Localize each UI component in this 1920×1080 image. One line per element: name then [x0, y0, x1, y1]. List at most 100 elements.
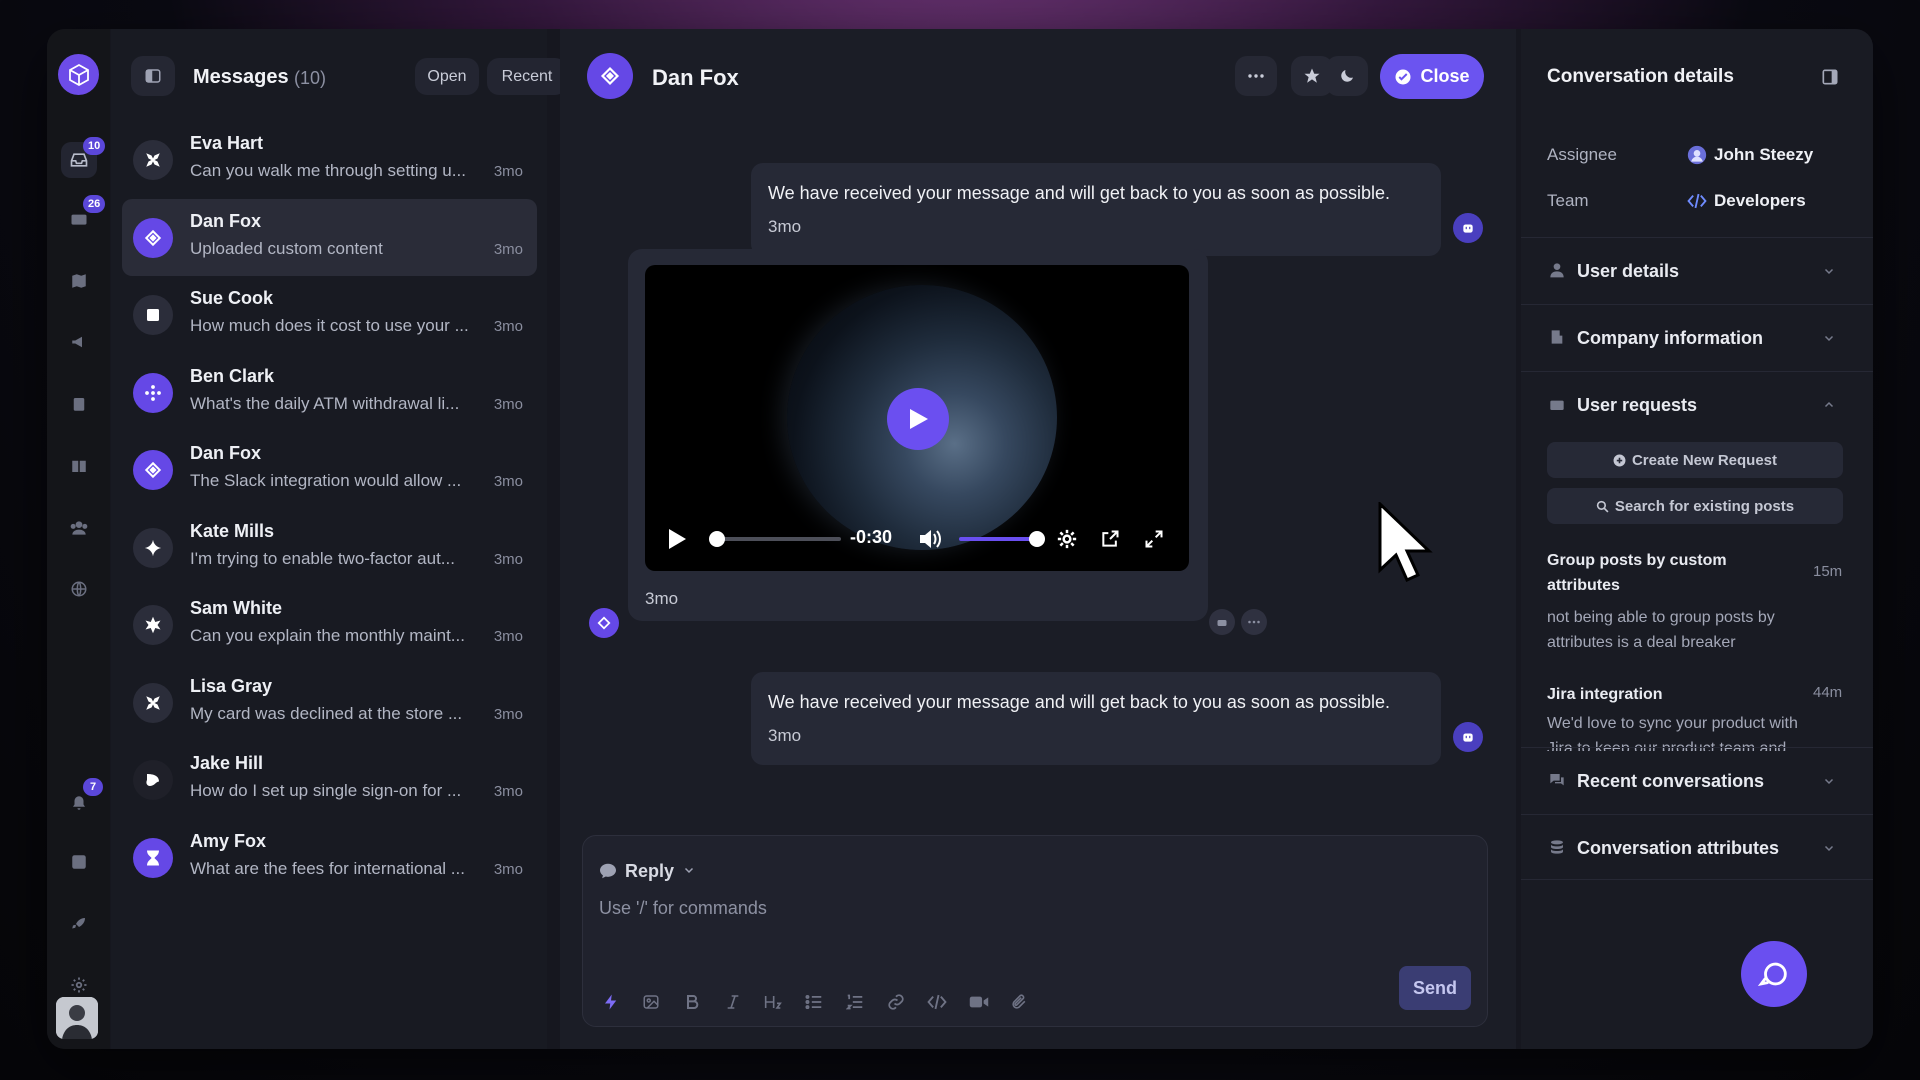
section-conversation-attributes[interactable]: Conversation attributes — [1521, 814, 1873, 880]
team-value[interactable]: Developers — [1687, 191, 1806, 211]
collapse-panel-icon[interactable] — [1816, 63, 1844, 91]
chat-panel: Dan Fox Close We have received your mess… — [560, 29, 1516, 1049]
settings-icon[interactable] — [1055, 527, 1079, 551]
volume-handle[interactable] — [1029, 531, 1045, 547]
italic-icon[interactable] — [719, 988, 747, 1016]
conversation-item[interactable]: Lisa Gray My card was declined at the sto… — [122, 664, 537, 741]
video-player[interactable]: -0:30 — [645, 265, 1189, 571]
conversation-name: Dan Fox — [190, 210, 262, 231]
conversation-item[interactable]: Eva Hart Can you walk me through setting … — [122, 121, 537, 198]
conversation-item[interactable]: Ben Clark What's the daily ATM withdrawal… — [122, 354, 537, 431]
code-icon[interactable] — [923, 988, 951, 1016]
chevron-down-icon — [1819, 771, 1839, 791]
open-external-icon[interactable] — [1098, 527, 1122, 551]
app-window: 10 26 7 Messages (10) Open Recent Eva Ha… — [47, 29, 1873, 1049]
section-company-information[interactable]: Company information — [1521, 304, 1873, 370]
chart-icon[interactable] — [61, 844, 97, 880]
code-icon — [1687, 193, 1707, 209]
seek-handle[interactable] — [709, 531, 725, 547]
fullscreen-icon[interactable] — [1142, 527, 1166, 551]
bullet-list-icon[interactable] — [800, 988, 828, 1016]
map-icon[interactable] — [61, 263, 97, 299]
sidebar-toggle-icon[interactable] — [131, 56, 175, 96]
globe-icon[interactable] — [61, 571, 97, 607]
link-icon[interactable] — [882, 988, 910, 1016]
messages-header: Messages (10) Open Recent — [111, 29, 567, 124]
section-recent-conversations[interactable]: Recent conversations — [1521, 747, 1873, 813]
search-icon — [1596, 500, 1609, 513]
x-mark-icon — [133, 140, 173, 180]
megaphone-icon[interactable] — [61, 324, 97, 360]
rocket-icon[interactable] — [61, 906, 97, 942]
conversation-item[interactable]: Sue Cook How much does it cost to use you… — [122, 276, 537, 353]
create-request-button[interactable]: Create New Request — [1547, 442, 1843, 478]
users-icon[interactable] — [61, 510, 97, 546]
conversation-time: 3mo — [493, 473, 523, 490]
conversation-preview: Can you explain the monthly maint... — [190, 626, 465, 645]
filter-recent-button[interactable]: Recent — [487, 58, 567, 95]
chat-launcher-icon[interactable] — [1741, 941, 1807, 1007]
volume-bar[interactable] — [959, 537, 1037, 541]
conversation-item[interactable]: Amy Fox What are the fees for internation… — [122, 819, 537, 896]
assignee-value[interactable]: John Steezy — [1687, 145, 1813, 165]
chevron-down-icon — [1819, 838, 1839, 858]
section-label: Company information — [1577, 328, 1764, 348]
conversation-name: Eva Hart — [190, 133, 264, 153]
conversation-item[interactable]: Jake Hill How do I set up single sign-on … — [122, 741, 537, 818]
conversation-item[interactable]: Dan Fox The Slack integration would allow… — [122, 431, 537, 508]
reply-mode-dropdown[interactable]: Reply — [625, 861, 674, 882]
image-icon[interactable] — [637, 988, 665, 1016]
close-conversation-button[interactable]: Close — [1380, 54, 1484, 99]
play-overlay-icon[interactable] — [887, 388, 949, 450]
attachment-icon[interactable] — [1005, 988, 1033, 1016]
conversation-name: Lisa Gray — [190, 675, 273, 696]
messages-count: (10) — [294, 68, 327, 88]
conversation-name: Sue Cook — [190, 288, 274, 308]
video-icon[interactable] — [965, 988, 993, 1016]
play-icon[interactable] — [665, 527, 689, 551]
seek-bar[interactable] — [717, 537, 841, 541]
section-user-requests[interactable]: User requests — [1521, 371, 1873, 437]
reaction-icon[interactable] — [1209, 609, 1235, 635]
book-icon[interactable] — [61, 448, 97, 484]
request-title[interactable]: Jira integration — [1547, 682, 1777, 707]
reply-input[interactable]: Use '/' for commands — [599, 898, 767, 919]
request-title[interactable]: Group posts by custom attributes — [1547, 548, 1777, 598]
conversation-time: 3mo — [493, 395, 523, 413]
sparkle-icon — [133, 527, 173, 568]
numbered-list-icon[interactable] — [841, 988, 869, 1016]
x-mark-icon — [133, 682, 173, 723]
avatar[interactable] — [56, 997, 98, 1039]
request-time: 15m — [1813, 563, 1843, 580]
conversation-preview: How much does it cost to use your ... — [190, 316, 469, 335]
section-label: User details — [1577, 261, 1680, 281]
conversation-item[interactable]: Sam White Can you explain the monthly mai… — [122, 586, 537, 663]
app-logo-icon[interactable] — [58, 54, 99, 95]
conversation-preview: How do I set up single sign-on for ... — [190, 781, 462, 800]
more-options-icon[interactable] — [1235, 56, 1277, 96]
check-circle-icon — [1394, 68, 1412, 86]
clipboard-icon[interactable] — [61, 386, 97, 422]
conversation-item[interactable]: Dan Fox Uploaded custom content 3mo — [122, 198, 537, 276]
conversation-time: 3mo — [493, 240, 523, 258]
search-posts-button[interactable]: Search for existing posts — [1547, 488, 1843, 524]
square-icon — [133, 295, 173, 335]
heading-icon[interactable] — [759, 988, 787, 1016]
chevron-down-icon[interactable] — [683, 864, 695, 876]
bolt-icon[interactable] — [597, 988, 625, 1016]
conversation-name: Dan Fox — [190, 443, 262, 463]
section-user-details[interactable]: User details — [1521, 237, 1873, 303]
message-more-icon[interactable] — [1241, 609, 1267, 635]
filter-open-button[interactable]: Open — [415, 58, 479, 95]
diamond-icon — [133, 450, 173, 490]
send-button[interactable]: Send — [1399, 966, 1471, 1010]
diamond-icon — [133, 217, 173, 258]
conversation-item[interactable]: Kate Mills I'm trying to enable two-facto… — [122, 509, 537, 586]
tickets-badge: 26 — [83, 195, 106, 213]
bold-icon[interactable] — [678, 988, 706, 1016]
building-icon — [1547, 327, 1567, 347]
hourglass-icon — [133, 837, 173, 878]
contact-avatar — [587, 53, 633, 99]
volume-icon[interactable] — [917, 527, 943, 551]
snooze-moon-icon[interactable] — [1326, 56, 1368, 96]
